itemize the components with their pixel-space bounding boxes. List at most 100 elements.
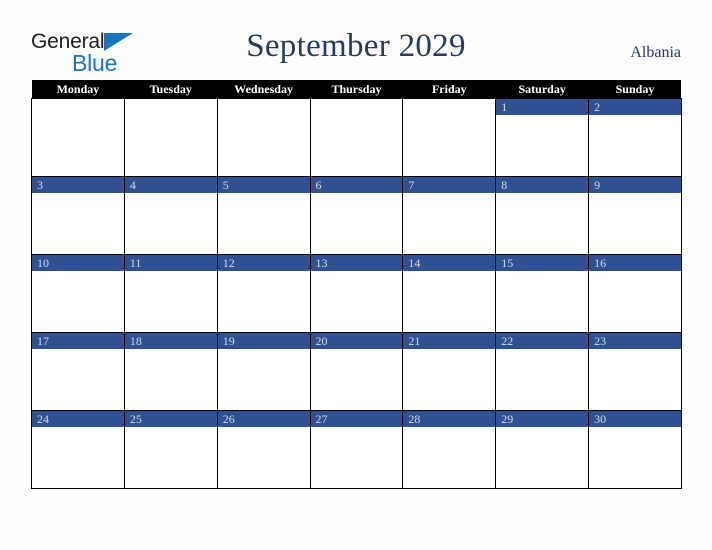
day-number: 11 <box>125 255 217 271</box>
calendar-day-cell[interactable]: 29 <box>495 410 590 489</box>
day-event-area[interactable] <box>125 349 217 410</box>
day-cell-inner: 13 <box>311 255 402 332</box>
page-header: General Blue September 2029 Albania <box>0 0 712 80</box>
day-event-area[interactable] <box>311 349 402 410</box>
calendar-day-cell[interactable]: 1 <box>495 98 590 177</box>
day-event-area[interactable] <box>496 349 588 410</box>
day-event-area[interactable] <box>311 271 402 332</box>
day-cell-inner: 17 <box>32 333 124 410</box>
calendar-day-cell[interactable]: 28 <box>402 410 497 489</box>
day-event-area[interactable] <box>32 271 124 332</box>
calendar-day-cell[interactable]: 13 <box>309 254 404 333</box>
calendar-day-cell[interactable]: 20 <box>309 332 404 411</box>
calendar-grid: Monday Tuesday Wednesday Thursday Friday Satu… <box>31 80 682 489</box>
day-event-area[interactable] <box>589 427 681 488</box>
day-event-area[interactable] <box>496 271 588 332</box>
day-event-area[interactable] <box>125 427 217 488</box>
day-event-area[interactable] <box>125 193 217 254</box>
calendar-day-cell[interactable]: 21 <box>402 332 497 411</box>
day-event-area[interactable] <box>218 427 310 488</box>
day-event-area[interactable] <box>125 271 217 332</box>
calendar-day-cell[interactable]: 26 <box>216 410 311 489</box>
day-event-area[interactable] <box>403 193 495 254</box>
day-event-area[interactable] <box>403 115 495 176</box>
calendar-day-cell[interactable]: 2 <box>588 98 682 177</box>
day-event-area[interactable] <box>496 115 588 176</box>
day-number: 12 <box>218 255 310 271</box>
calendar-day-cell[interactable]: 24 <box>31 410 125 489</box>
day-cell-inner <box>311 99 402 176</box>
day-cell-inner: 7 <box>403 177 495 254</box>
calendar-day-cell[interactable]: 22 <box>495 332 590 411</box>
day-cell-inner: 14 <box>403 255 495 332</box>
calendar-day-cell[interactable]: 30 <box>588 410 682 489</box>
day-event-area[interactable] <box>218 271 310 332</box>
day-event-area[interactable] <box>32 193 124 254</box>
day-number: 18 <box>125 333 217 349</box>
day-cell-inner: 27 <box>311 411 402 488</box>
calendar-day-cell[interactable]: 8 <box>495 176 590 255</box>
day-cell-inner: 28 <box>403 411 495 488</box>
day-event-area[interactable] <box>496 427 588 488</box>
day-number: 19 <box>218 333 310 349</box>
day-event-area[interactable] <box>589 115 681 176</box>
calendar-day-cell[interactable]: 18 <box>123 332 218 411</box>
calendar-day-cell[interactable]: 9 <box>588 176 682 255</box>
day-event-area[interactable] <box>32 427 124 488</box>
day-cell-inner: 3 <box>32 177 124 254</box>
day-event-area[interactable] <box>403 349 495 410</box>
calendar-day-cell-empty <box>31 98 125 177</box>
calendar-day-cell[interactable]: 27 <box>309 410 404 489</box>
calendar-day-cell[interactable]: 5 <box>216 176 311 255</box>
day-event-area[interactable] <box>311 115 402 176</box>
day-cell-inner: 26 <box>218 411 310 488</box>
calendar-day-cell[interactable]: 23 <box>588 332 682 411</box>
day-event-area[interactable] <box>32 115 124 176</box>
day-event-area[interactable] <box>403 271 495 332</box>
day-event-area[interactable] <box>589 349 681 410</box>
day-event-area[interactable] <box>496 193 588 254</box>
day-cell-inner: 24 <box>32 411 124 488</box>
day-cell-inner <box>218 99 310 176</box>
calendar-day-cell-empty <box>216 98 311 177</box>
weekday-header-thursday: Thursday <box>310 80 403 99</box>
day-event-area[interactable] <box>589 193 681 254</box>
calendar-day-cell[interactable]: 7 <box>402 176 497 255</box>
calendar-day-cell[interactable]: 3 <box>31 176 125 255</box>
day-event-area[interactable] <box>32 349 124 410</box>
day-event-area[interactable] <box>218 349 310 410</box>
calendar-day-cell[interactable]: 14 <box>402 254 497 333</box>
day-number: 3 <box>32 177 124 193</box>
day-event-area[interactable] <box>311 427 402 488</box>
day-event-area[interactable] <box>403 427 495 488</box>
calendar-day-cell[interactable]: 15 <box>495 254 590 333</box>
day-cell-inner: 23 <box>589 333 681 410</box>
calendar-day-cell[interactable]: 11 <box>123 254 218 333</box>
weekday-header-friday: Friday <box>402 80 496 99</box>
day-cell-inner: 9 <box>589 177 681 254</box>
day-number-placeholder <box>311 99 402 115</box>
calendar-day-cell[interactable]: 16 <box>588 254 682 333</box>
day-cell-inner: 11 <box>125 255 217 332</box>
day-cell-inner: 12 <box>218 255 310 332</box>
calendar-day-cell[interactable]: 12 <box>216 254 311 333</box>
day-cell-inner: 2 <box>589 99 681 176</box>
calendar-day-cell[interactable]: 25 <box>123 410 218 489</box>
calendar-day-cell[interactable]: 4 <box>123 176 218 255</box>
calendar-day-cell[interactable]: 10 <box>31 254 125 333</box>
day-event-area[interactable] <box>125 115 217 176</box>
day-number: 14 <box>403 255 495 271</box>
day-number: 28 <box>403 411 495 427</box>
weekday-header-wednesday: Wednesday <box>217 80 311 99</box>
day-cell-inner: 5 <box>218 177 310 254</box>
day-event-area[interactable] <box>218 193 310 254</box>
calendar-day-cell[interactable]: 19 <box>216 332 311 411</box>
day-cell-inner: 22 <box>496 333 588 410</box>
day-number: 13 <box>311 255 402 271</box>
calendar-day-cell[interactable]: 17 <box>31 332 125 411</box>
day-event-area[interactable] <box>218 115 310 176</box>
day-event-area[interactable] <box>589 271 681 332</box>
country-label: Albania <box>630 44 681 61</box>
calendar-day-cell[interactable]: 6 <box>309 176 404 255</box>
day-event-area[interactable] <box>311 193 402 254</box>
